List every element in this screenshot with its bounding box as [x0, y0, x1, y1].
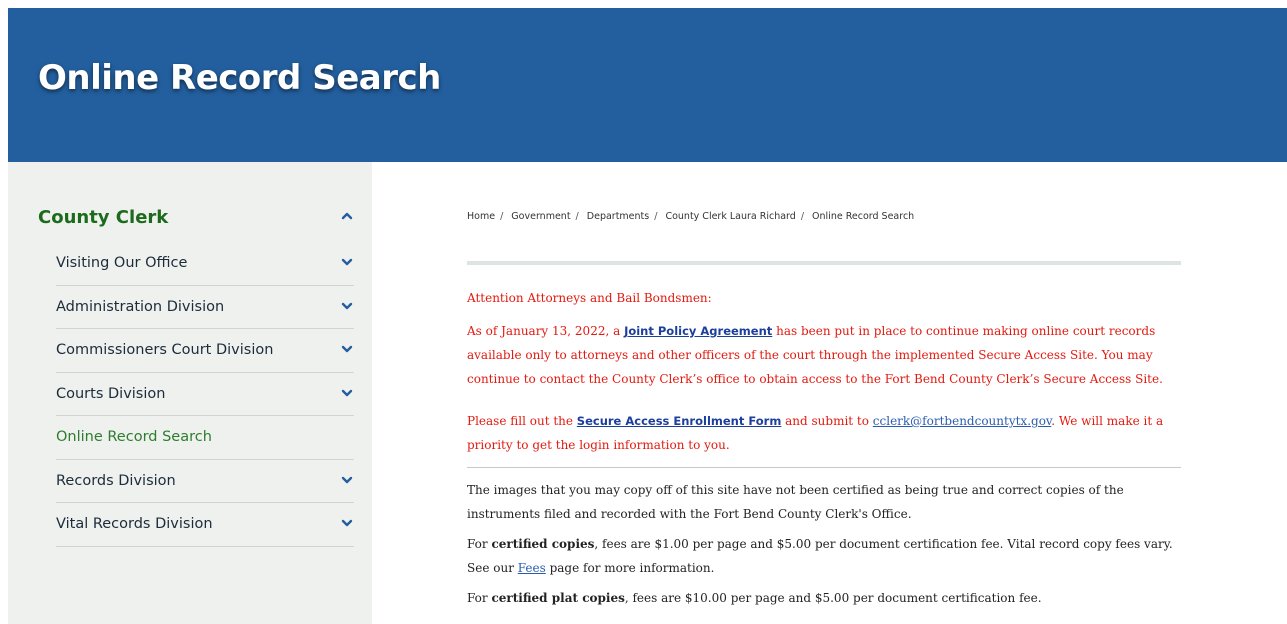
- sidebar: County Clerk Visiting Our Office Adminis…: [8, 162, 372, 624]
- breadcrumb-separator: /: [654, 211, 658, 222]
- sidebar-list: Visiting Our Office Administration Divis…: [56, 242, 354, 547]
- sidebar-item-label[interactable]: Courts Division: [56, 386, 165, 402]
- breadcrumb-government[interactable]: Government: [511, 211, 570, 222]
- info-paragraph-3: For certified plat copies, fees are $10.…: [467, 586, 1181, 610]
- info-paragraph-1: The images that you may copy off of this…: [467, 483, 1124, 521]
- cropped-top-text-strip: [0, 0, 1287, 8]
- sidebar-item-courts-division[interactable]: Courts Division: [56, 373, 354, 416]
- info-paragraph-2: For certified copies, fees are $1.00 per…: [467, 532, 1181, 580]
- joint-policy-agreement-link[interactable]: Joint Policy Agreement: [624, 324, 772, 338]
- info-bold-text: certified copies: [491, 537, 595, 551]
- breadcrumb-home[interactable]: Home: [467, 211, 495, 222]
- chevron-down-icon[interactable]: [340, 388, 354, 400]
- breadcrumb: Home / Government / Departments / County Cl…: [467, 211, 914, 222]
- sidebar-item-commissioners-court-division[interactable]: Commissioners Court Division: [56, 329, 354, 373]
- chevron-down-icon[interactable]: [340, 257, 354, 269]
- breadcrumb-separator: /: [500, 211, 504, 222]
- sidebar-title[interactable]: County Clerk: [38, 207, 168, 228]
- chevron-down-icon[interactable]: [340, 344, 354, 356]
- chevron-down-icon[interactable]: [340, 301, 354, 313]
- section-divider: [467, 467, 1181, 468]
- breadcrumb-separator: /: [800, 211, 805, 222]
- sidebar-item-label[interactable]: Online Record Search: [56, 429, 212, 445]
- notice-text: and submit to: [781, 414, 873, 428]
- info-bold-text: certified plat copies: [491, 591, 625, 605]
- sidebar-item-label[interactable]: Visiting Our Office: [56, 255, 187, 271]
- notice-paragraph-1: As of January 13, 2022, a Joint Policy A…: [467, 319, 1181, 391]
- sidebar-item-label[interactable]: Administration Division: [56, 299, 224, 315]
- info-text: For: [467, 537, 492, 551]
- sidebar-item-records-division[interactable]: Records Division: [56, 460, 354, 503]
- info-text: For: [467, 591, 492, 605]
- sidebar-section-county-clerk[interactable]: County Clerk: [38, 207, 354, 229]
- notice-heading: Attention Attorneys and Bail Bondsmen:: [467, 291, 712, 305]
- sidebar-item-label[interactable]: Commissioners Court Division: [56, 342, 273, 358]
- sidebar-item-online-record-search[interactable]: Online Record Search: [56, 416, 354, 460]
- content-body: Attention Attorneys and Bail Bondsmen: A…: [467, 286, 1181, 610]
- main-content: Home / Government / Departments / County Cl…: [372, 162, 1287, 624]
- page-banner: Online Record Search: [8, 8, 1287, 162]
- email-link[interactable]: cclerk@fortbendcountytx.gov: [873, 414, 1051, 428]
- secure-access-enrollment-form-link[interactable]: Secure Access Enrollment Form: [577, 414, 782, 428]
- breadcrumb-current: Online Record Search: [812, 211, 915, 222]
- info-text: , fees are $10.00 per page and $5.00 per…: [624, 591, 1042, 605]
- sidebar-item-administration-division[interactable]: Administration Division: [56, 286, 354, 329]
- sidebar-item-vital-records-division[interactable]: Vital Records Division: [56, 503, 354, 547]
- chevron-down-icon[interactable]: [340, 518, 354, 530]
- sidebar-item-visiting-our-office[interactable]: Visiting Our Office: [56, 242, 354, 286]
- breadcrumb-separator: /: [575, 211, 579, 222]
- content-divider: [467, 261, 1181, 265]
- breadcrumb-county-clerk[interactable]: County Clerk Laura Richard: [665, 211, 795, 222]
- breadcrumb-departments[interactable]: Departments: [587, 211, 649, 222]
- notice-text: As of January 13, 2022, a: [467, 324, 625, 338]
- notice-paragraph-2: Please fill out the Secure Access Enroll…: [467, 409, 1181, 457]
- sidebar-item-label[interactable]: Records Division: [56, 473, 176, 489]
- chevron-down-icon[interactable]: [340, 475, 354, 487]
- sidebar-item-label[interactable]: Vital Records Division: [56, 516, 213, 532]
- fees-link[interactable]: Fees: [518, 561, 546, 575]
- info-text: page for more information.: [545, 561, 715, 575]
- chevron-up-icon[interactable]: [340, 209, 354, 223]
- notice-text: Please fill out the: [467, 414, 577, 428]
- page-title: Online Record Search: [38, 58, 441, 98]
